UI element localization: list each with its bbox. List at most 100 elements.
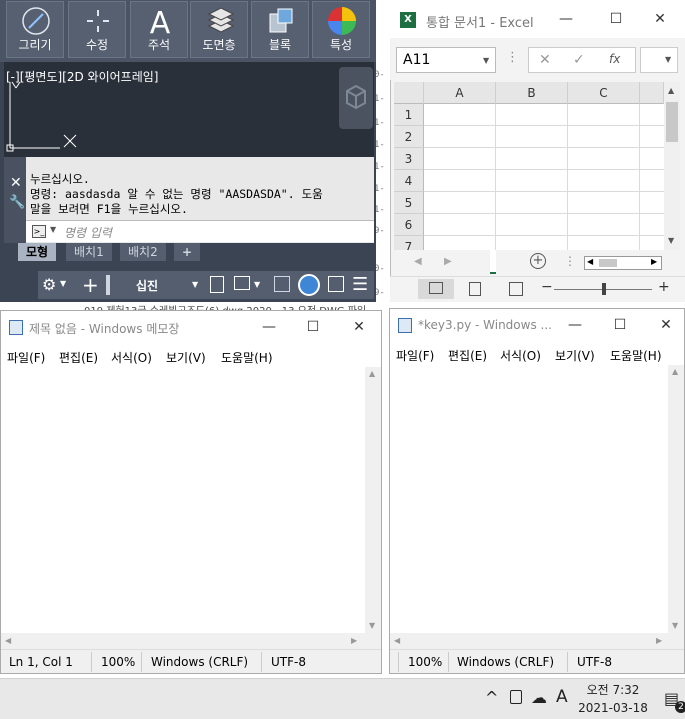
- menu-format[interactable]: 서식(O): [500, 347, 541, 364]
- chevron-down-icon[interactable]: ▼: [192, 280, 198, 289]
- tab-layout2[interactable]: 배치2: [120, 243, 166, 261]
- system-clock[interactable]: 오전 7:32 2021-03-18: [574, 681, 652, 717]
- row-header[interactable]: 7: [394, 236, 424, 250]
- chevron-down-icon[interactable]: ▼: [50, 225, 56, 234]
- menu-icon[interactable]: ☰: [352, 274, 368, 295]
- maximize-button[interactable]: ☐: [606, 11, 626, 27]
- menu-edit[interactable]: 편집(E): [448, 347, 487, 364]
- row-header[interactable]: 2: [394, 126, 424, 148]
- zoom-in-button[interactable]: +: [658, 279, 670, 295]
- close-icon[interactable]: ✕: [10, 175, 22, 191]
- chevron-up-icon[interactable]: ^: [485, 688, 498, 707]
- insert-function-icon[interactable]: fx: [609, 52, 620, 66]
- chevron-down-icon[interactable]: ▼: [668, 236, 674, 245]
- gear-icon[interactable]: ⚙: [42, 275, 56, 294]
- notepad-titlebar[interactable]: *key3.py - Windows ... — ☐ ✕: [390, 309, 684, 341]
- select-all-corner[interactable]: [394, 82, 424, 104]
- menu-file[interactable]: 파일(F): [396, 347, 434, 364]
- normal-view-button[interactable]: [418, 279, 454, 299]
- ime-indicator[interactable]: A: [556, 687, 568, 707]
- command-line-handle[interactable]: ✕ 🔧: [4, 157, 26, 243]
- ribbon-draw-button[interactable]: 그리기: [6, 1, 64, 58]
- zoom-slider-thumb[interactable]: [602, 283, 606, 295]
- chevron-left-icon[interactable]: ◀: [5, 636, 11, 645]
- notepad-titlebar[interactable]: 제목 없음 - Windows 메모장 — ☐ ✕: [1, 311, 381, 343]
- column-header[interactable]: A: [424, 82, 496, 104]
- row-header[interactable]: 5: [394, 192, 424, 214]
- minimize-button[interactable]: —: [259, 319, 279, 335]
- chevron-left-icon[interactable]: ◀: [587, 257, 593, 266]
- chevron-down-icon[interactable]: ▼: [369, 621, 375, 630]
- prev-sheet-icon[interactable]: ◀: [414, 256, 422, 267]
- page-layout-icon[interactable]: [469, 282, 481, 296]
- column-header[interactable]: [640, 82, 664, 104]
- command-input[interactable]: >_ ▼ 명령 입력: [26, 220, 374, 242]
- chevron-right-icon[interactable]: ▶: [656, 636, 662, 645]
- excel-vertical-scrollbar[interactable]: ▲ ▼: [664, 82, 680, 250]
- sheet-tab[interactable]: [490, 250, 496, 274]
- properties-icon[interactable]: [210, 276, 224, 293]
- page-break-icon[interactable]: [509, 282, 523, 296]
- ribbon-block-button[interactable]: 블록: [251, 1, 309, 58]
- ribbon-layers-button[interactable]: 도면층: [190, 1, 248, 58]
- chevron-down-icon[interactable]: ▼: [60, 279, 66, 288]
- horizontal-scrollbar[interactable]: ◀ ▶: [390, 633, 684, 649]
- horizontal-scrollbar[interactable]: ◀ ▶: [584, 256, 662, 270]
- menu-file[interactable]: 파일(F): [7, 349, 45, 366]
- minimize-button[interactable]: —: [556, 11, 576, 27]
- menu-help[interactable]: 도움말(H): [221, 349, 273, 366]
- row-header[interactable]: 6: [394, 214, 424, 236]
- excel-titlebar[interactable]: X 통합 문서1 - Excel — ☐ ✕: [390, 0, 685, 38]
- column-header[interactable]: C: [568, 82, 640, 104]
- row-header[interactable]: 4: [394, 170, 424, 192]
- menu-edit[interactable]: 편집(E): [59, 349, 98, 366]
- add-layout-tab[interactable]: +: [174, 243, 201, 261]
- ribbon-modify-button[interactable]: 수정: [68, 1, 126, 58]
- chevron-up-icon[interactable]: ▲: [668, 86, 674, 95]
- scroll-thumb[interactable]: [599, 259, 617, 267]
- fullscreen-icon[interactable]: [328, 276, 344, 292]
- chevron-down-icon[interactable]: ▼: [665, 55, 671, 64]
- wrench-icon[interactable]: 🔧: [9, 195, 25, 210]
- chevron-down-icon[interactable]: ▼: [254, 280, 260, 289]
- menu-view[interactable]: 보기(V): [166, 349, 206, 366]
- minimize-button[interactable]: —: [565, 317, 585, 333]
- menu-help[interactable]: 도움말(H): [610, 347, 662, 364]
- next-sheet-icon[interactable]: ▶: [444, 256, 452, 267]
- maximize-button[interactable]: ☐: [610, 317, 630, 333]
- chevron-down-icon[interactable]: ▼: [483, 56, 489, 65]
- cloud-icon[interactable]: ☁: [531, 688, 547, 707]
- row-header[interactable]: 3: [394, 148, 424, 170]
- name-box[interactable]: A11 ▼: [396, 47, 496, 73]
- formula-input[interactable]: ▼: [640, 47, 678, 73]
- text-editor[interactable]: [1, 367, 365, 633]
- horizontal-scrollbar[interactable]: ◀ ▶: [1, 633, 381, 649]
- spreadsheet-grid[interactable]: A B C 1 2 3 4 5 6 7 ▲ ▼: [394, 82, 680, 250]
- chevron-up-icon[interactable]: ▲: [369, 369, 375, 378]
- webcam-icon[interactable]: [510, 690, 522, 704]
- enter-check-icon[interactable]: ✓: [573, 52, 585, 68]
- add-sheet-button[interactable]: +: [530, 253, 546, 269]
- chevron-right-icon[interactable]: ▶: [351, 636, 357, 645]
- scroll-thumb[interactable]: [666, 102, 678, 142]
- cancel-icon[interactable]: ✕: [539, 52, 551, 68]
- chevron-left-icon[interactable]: ◀: [394, 636, 400, 645]
- viewport-icon[interactable]: [234, 276, 250, 290]
- row-header[interactable]: 1: [394, 104, 424, 126]
- chevron-right-icon[interactable]: ▶: [651, 257, 657, 266]
- crosshair-icon[interactable]: +: [82, 273, 99, 297]
- close-button[interactable]: ✕: [656, 317, 676, 333]
- ribbon-annotation-button[interactable]: A 주석: [130, 1, 188, 58]
- menu-view[interactable]: 보기(V): [555, 347, 595, 364]
- vertical-scrollbar[interactable]: ▲ ▼: [365, 367, 381, 633]
- viewcube-icon[interactable]: [339, 67, 373, 129]
- tab-model[interactable]: 모형: [18, 243, 57, 261]
- tab-layout1[interactable]: 배치1: [66, 243, 112, 261]
- chevron-down-icon[interactable]: ▼: [672, 621, 678, 630]
- chevron-up-icon[interactable]: ▲: [672, 367, 678, 376]
- viewport-label[interactable]: [-][평면도][2D 와이어프레임]: [6, 68, 158, 85]
- units-label[interactable]: 십진: [136, 277, 158, 294]
- column-header[interactable]: B: [496, 82, 568, 104]
- close-button[interactable]: ✕: [349, 319, 369, 335]
- zoom-out-button[interactable]: −: [541, 279, 553, 295]
